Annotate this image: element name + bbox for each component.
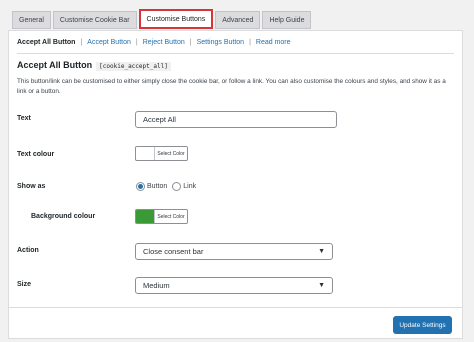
update-settings-button[interactable]: Update Settings bbox=[393, 316, 452, 334]
chevron-down-icon: ▼ bbox=[318, 282, 325, 289]
subnav-accept-button[interactable]: Accept Button bbox=[87, 39, 131, 46]
background-colour-swatch bbox=[136, 210, 154, 223]
size-select-value: Medium bbox=[143, 281, 170, 290]
radio-button-option[interactable] bbox=[136, 182, 145, 191]
size-select[interactable]: Medium ▼ bbox=[135, 277, 333, 294]
settings-panel: Accept All Button | Accept Button | Reje… bbox=[8, 30, 463, 339]
action-select[interactable]: Close consent bar ▼ bbox=[135, 243, 333, 260]
shortcode: [cookie_accept_all] bbox=[96, 62, 171, 71]
subnav-separator: | bbox=[189, 39, 192, 46]
show-as-radio-group: Button Link bbox=[136, 182, 201, 191]
action-label: Action bbox=[17, 247, 39, 254]
subnav-settings-button[interactable]: Settings Button bbox=[197, 39, 244, 46]
text-input[interactable]: Accept All bbox=[135, 111, 337, 128]
background-colour-label: Background colour bbox=[31, 213, 96, 220]
tab-advanced[interactable]: Advanced bbox=[215, 11, 261, 29]
text-colour-label: Text colour bbox=[17, 151, 55, 158]
button-subnav: Accept All Button | Accept Button | Reje… bbox=[17, 39, 291, 46]
footer-divider bbox=[9, 307, 462, 308]
text-colour-picker[interactable]: Select Color bbox=[135, 146, 188, 161]
subnav-divider bbox=[17, 53, 454, 54]
subnav-separator: | bbox=[249, 39, 251, 46]
radio-button-label: Button bbox=[147, 183, 168, 190]
text-label: Text bbox=[17, 115, 31, 122]
size-label: Size bbox=[17, 281, 32, 288]
section-title: Accept All Button [cookie_accept_all] bbox=[17, 60, 171, 71]
section-title-text: Accept All Button bbox=[17, 60, 93, 70]
chevron-down-icon: ▼ bbox=[318, 248, 325, 255]
section-description: This button/link can be customised to ei… bbox=[17, 78, 446, 95]
show-as-label: Show as bbox=[17, 183, 46, 190]
radio-link-option[interactable] bbox=[172, 182, 182, 191]
tab-customise-cookie-bar[interactable]: Customise Cookie Bar bbox=[52, 11, 137, 29]
select-color-label: Select Color bbox=[154, 210, 187, 223]
tab-customise-buttons[interactable]: Customise Buttons bbox=[138, 9, 214, 29]
tab-general[interactable]: General bbox=[12, 11, 51, 29]
background-colour-picker[interactable]: Select Color bbox=[135, 209, 188, 224]
subnav-read-more[interactable]: Read more bbox=[256, 39, 291, 46]
settings-tabs: General Customise Cookie Bar Customise B… bbox=[12, 9, 313, 29]
select-color-label: Select Color bbox=[154, 147, 187, 160]
subnav-separator: | bbox=[80, 39, 83, 46]
text-colour-swatch bbox=[136, 147, 154, 160]
subnav-reject-button[interactable]: Reject Button bbox=[143, 39, 185, 46]
subnav-separator: | bbox=[135, 39, 138, 46]
tab-help-guide[interactable]: Help Guide bbox=[262, 11, 312, 29]
subnav-accept-all-button[interactable]: Accept All Button bbox=[17, 39, 75, 46]
radio-link-label: Link bbox=[183, 183, 197, 190]
action-select-value: Close consent bar bbox=[143, 247, 204, 256]
